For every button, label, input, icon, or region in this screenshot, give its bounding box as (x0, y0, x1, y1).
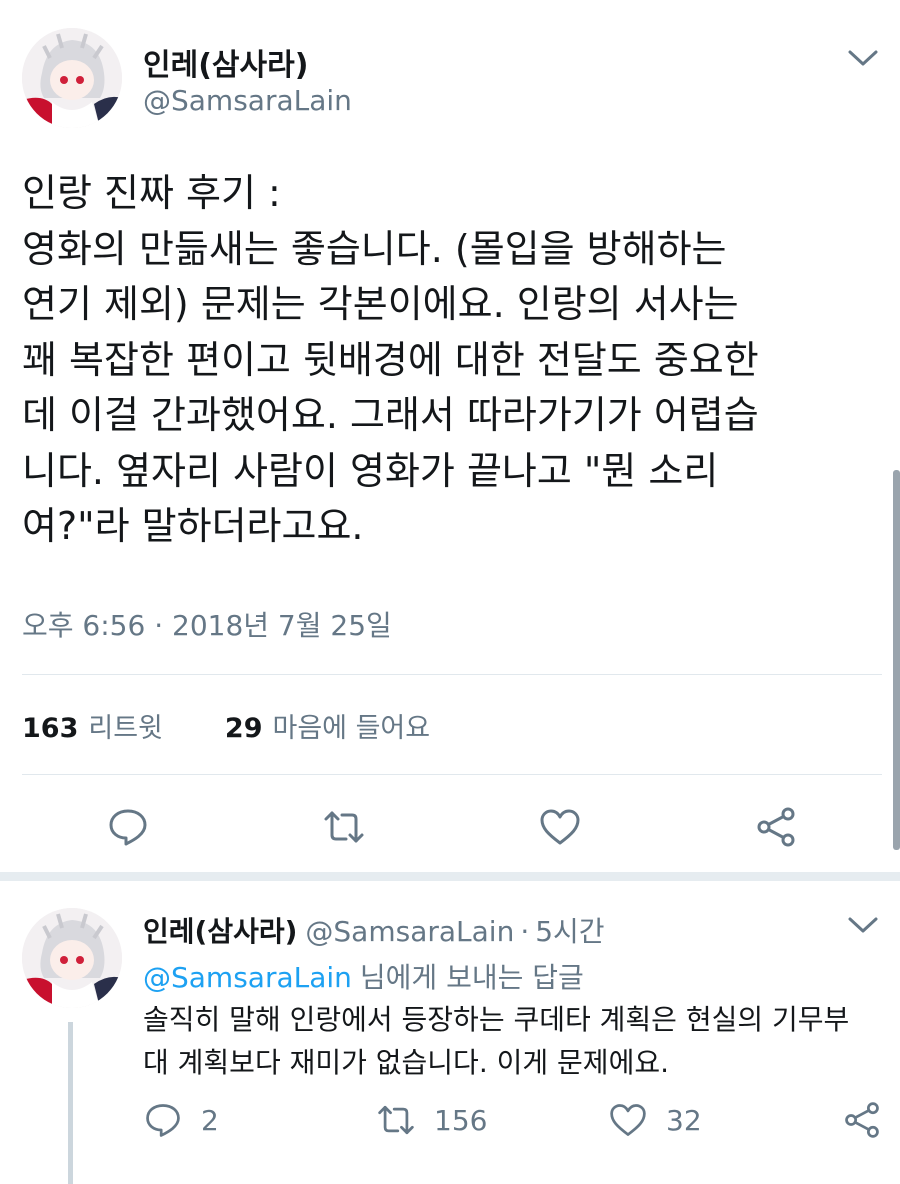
retweet-label[interactable]: 리트윗 (88, 706, 163, 745)
replying-to-handle[interactable]: @SamsaraLain (143, 961, 352, 994)
reply-icon[interactable] (143, 1100, 183, 1140)
reply-count: 2 (201, 1103, 219, 1137)
avatar-image (22, 908, 122, 1008)
like-count: 32 (666, 1103, 702, 1137)
reply-text: 솔직히 말해 인랑에서 등장하는 쿠데타 계획은 현실의 기무부 대 계획보다 … (143, 1003, 850, 1079)
like-icon[interactable] (608, 1100, 648, 1140)
retweet-count[interactable]: 163 (22, 713, 78, 744)
retweet-count: 156 (434, 1103, 488, 1137)
author-name[interactable]: 인레(삼사라) (143, 40, 308, 84)
scrollbar[interactable] (893, 470, 900, 850)
reply-icon[interactable] (106, 805, 150, 849)
reply-action-share[interactable] (842, 1098, 882, 1142)
chevron-down-icon[interactable] (846, 47, 880, 69)
tweet-timestamp[interactable]: 오후 6:56 · 2018년 7월 25일 (22, 604, 392, 644)
section-separator (0, 872, 900, 881)
reply-author-avatar[interactable] (22, 908, 122, 1008)
tweet-text: 인랑 진짜 후기 : 영화의 만듦새는 좋습니다. (몰입을 방해하는 연기 제… (22, 171, 759, 548)
author-avatar[interactable] (22, 28, 122, 128)
reply-action-like[interactable]: 32 (608, 1098, 702, 1142)
tweet-detail-page: 인레(삼사라) @SamsaraLain 인랑 진짜 후기 : 영화의 만듦새는… (0, 0, 900, 1184)
chevron-down-icon[interactable] (846, 914, 880, 936)
reply-action-retweet[interactable]: 156 (376, 1098, 487, 1142)
replying-to-suffix: 님에게 보내는 답글 (359, 961, 584, 994)
tweet-stats: 163 리트윗 29 마음에 들어요 (22, 706, 492, 746)
reply-header: 인레(삼사라) @SamsaraLain · 5시간 (143, 910, 605, 950)
divider (22, 674, 882, 675)
replying-to: @SamsaraLain 님에게 보내는 답글 (143, 956, 584, 996)
separator-dot: · (520, 915, 530, 948)
share-icon[interactable] (842, 1100, 882, 1140)
author-handle[interactable]: @SamsaraLain (143, 84, 352, 117)
retweet-icon[interactable] (322, 805, 366, 849)
like-label[interactable]: 마음에 들어요 (272, 706, 430, 745)
like-count[interactable]: 29 (225, 713, 263, 744)
reply-action-reply[interactable]: 2 (143, 1098, 219, 1142)
like-icon[interactable] (538, 805, 582, 849)
divider (22, 774, 882, 775)
thread-line (68, 1022, 73, 1184)
reply-time[interactable]: 5시간 (535, 915, 604, 948)
reply-author-handle[interactable]: @SamsaraLain (305, 915, 514, 948)
reply-author-name[interactable]: 인레(삼사라) (143, 915, 297, 948)
retweet-icon[interactable] (376, 1100, 416, 1140)
share-icon[interactable] (754, 805, 798, 849)
avatar-image (22, 28, 122, 128)
